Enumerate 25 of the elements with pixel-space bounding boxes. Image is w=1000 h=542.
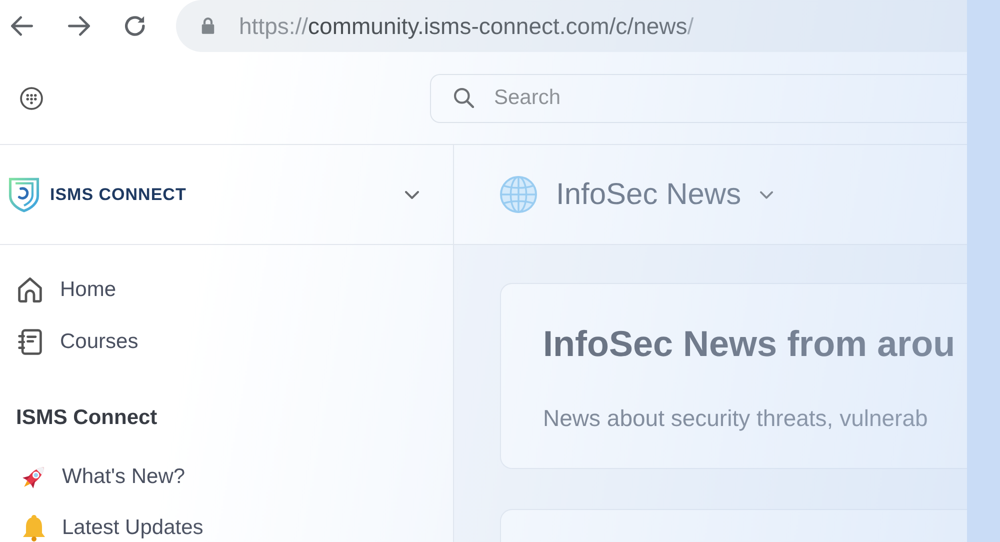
sidebar-link[interactable]: What's New? <box>8 464 433 490</box>
sidebar-link[interactable]: Latest Updates <box>8 515 433 541</box>
globe-icon <box>500 176 537 213</box>
search-field[interactable]: Search <box>430 74 967 122</box>
arrow-right-icon[interactable] <box>68 16 90 36</box>
sidebar-link[interactable]: Courses <box>8 322 433 362</box>
search-icon <box>454 88 474 108</box>
chevron-down-icon <box>760 190 774 198</box>
space-title-button[interactable]: InfoSec News <box>556 178 774 212</box>
address-bar[interactable]: https://community.isms-connect.com/c/news/ <box>176 0 967 52</box>
bell-icon <box>20 514 48 542</box>
chevron-down-icon[interactable] <box>405 190 419 198</box>
url-text: https://community.isms-connect.com/c/news/ <box>239 12 694 40</box>
arrow-left-icon[interactable] <box>11 16 33 36</box>
reload-icon[interactable] <box>125 15 146 37</box>
section-heading: ISMS Connect <box>16 406 158 430</box>
brand-name: ISMS CONNECT <box>50 184 186 204</box>
card-description: News about security threats, vulnerab <box>543 404 929 432</box>
shield-logo-icon <box>8 176 40 212</box>
home-icon <box>18 277 42 303</box>
dotted-circle-icon[interactable] <box>20 86 43 110</box>
lock-icon <box>201 17 215 35</box>
card-title: InfoSec News from arou <box>543 324 956 364</box>
sidebar-link[interactable]: Home <box>8 270 433 310</box>
notebook-icon <box>18 329 42 355</box>
